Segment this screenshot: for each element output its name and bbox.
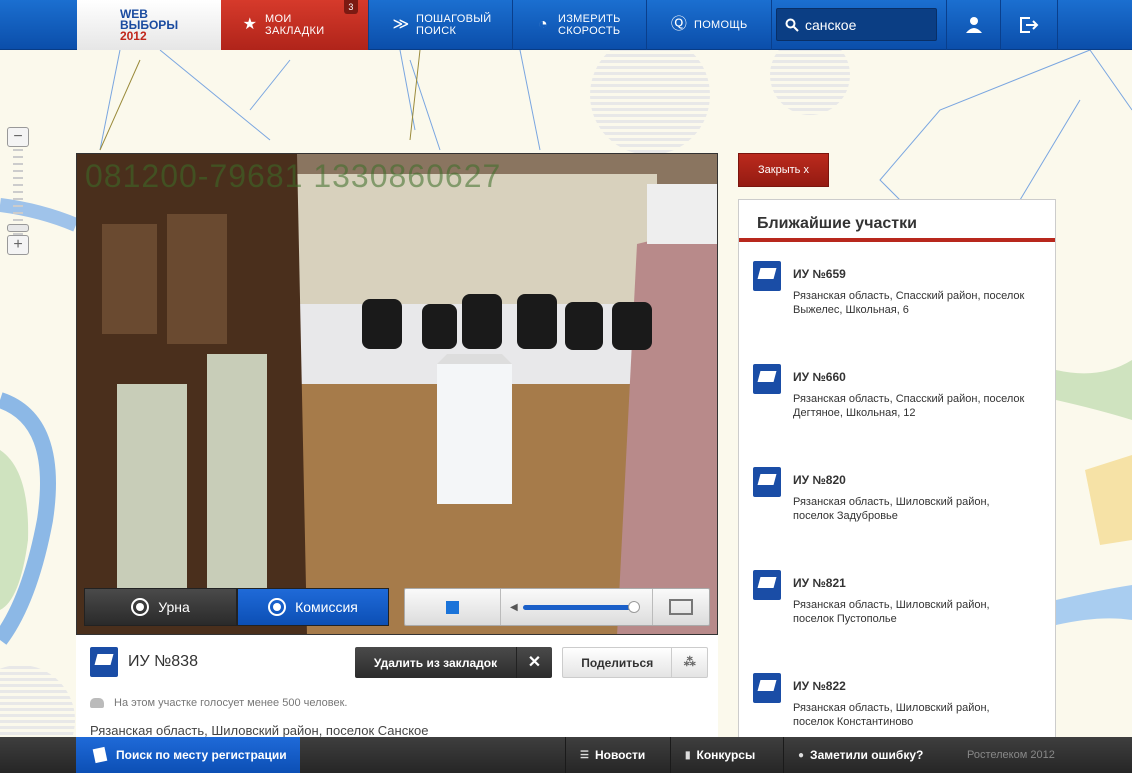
document-icon — [92, 746, 108, 764]
camera-video-stream[interactable]: 081200-79681 1330860627 — [76, 153, 718, 635]
bookmarks-label-1: МОИ — [265, 13, 292, 25]
volume-knob[interactable] — [628, 601, 640, 613]
contests-link[interactable]: ▮ Конкурсы — [670, 737, 783, 773]
step-search-button[interactable]: ≫ ПОШАГОВЫЙ ПОИСК — [370, 0, 513, 50]
bottom-bar: Поиск по месту регистрации ☰ Новости ▮ К… — [0, 737, 1132, 773]
voters-note-text: На этом участке голосует менее 500 челов… — [114, 697, 348, 709]
polling-station-title: ИУ №838 — [128, 653, 198, 670]
remove-bookmark-label: Удалить из закладок — [373, 655, 498, 670]
news-icon: ☰ — [580, 749, 589, 761]
logo-text-year: 2012 — [119, 28, 147, 43]
logout-icon — [1020, 17, 1039, 33]
nearby-stations-title: Ближайшие участки — [739, 200, 1055, 242]
news-label: Новости — [594, 748, 646, 762]
speed-label-2: СКОРОСТЬ — [558, 25, 621, 37]
polling-station-info: ИУ №838 Удалить из закладок ✕ Поделиться… — [76, 635, 718, 738]
station-name[interactable]: ИУ №820 — [793, 473, 846, 487]
station-name[interactable]: ИУ №821 — [793, 576, 846, 590]
remove-bookmark-button[interactable]: Удалить из закладок ✕ — [355, 647, 552, 678]
station-name[interactable]: ИУ №822 — [793, 679, 846, 693]
camera-tab-commission-label: Комиссия — [295, 599, 358, 615]
close-icon: ✕ — [516, 647, 552, 678]
zoom-slider-thumb[interactable] — [7, 224, 29, 232]
logout-button[interactable] — [1001, 0, 1058, 50]
share-icon: ⁂ — [671, 648, 707, 677]
webvybory-logo[interactable]: WEB ВЫБОРЫ 2012 — [77, 0, 221, 50]
camera-tab-urn-label: Урна — [158, 599, 190, 615]
station-address: Рязанская область, Шиловский район, посе… — [793, 496, 990, 522]
search-icon — [785, 18, 799, 32]
people-icon — [90, 698, 104, 708]
step-search-label-1: ПОШАГОВЫЙ — [416, 13, 492, 25]
steps-arrow-icon: ≫ — [392, 16, 410, 33]
help-label: ПОМОЩЬ — [694, 19, 748, 31]
polling-station-address: Рязанская область, Шиловский район, посе… — [90, 723, 429, 738]
camera-tab-urn[interactable]: Урна — [84, 588, 237, 626]
share-button[interactable]: Поделиться ⁂ — [562, 647, 708, 678]
nearby-stations-panel: Ближайшие участки ИУ №659 Рязанская обла… — [738, 199, 1056, 744]
registration-search-label: Поиск по месту регистрации — [116, 748, 287, 762]
measure-speed-button[interactable]: ◔ ИЗМЕРИТЬ СКОРОСТЬ — [514, 0, 647, 50]
zoom-in-button[interactable]: + — [7, 235, 29, 255]
fullscreen-icon — [669, 599, 693, 615]
star-icon: ★ — [242, 16, 258, 33]
bar-chart-icon: ▮ — [685, 749, 691, 761]
report-error-link[interactable]: ● Заметили ошибку? — [783, 737, 939, 773]
camera-tab-commission[interactable]: Комиссия — [237, 588, 389, 626]
station-address: Рязанская область, Шиловский район, посе… — [793, 702, 990, 728]
ballot-box-icon — [753, 467, 781, 497]
volume-slider[interactable]: ◀ — [501, 589, 653, 625]
copyright-text: Ростелеком 2012 — [967, 749, 1055, 761]
ballot-box-icon — [753, 673, 781, 703]
player-controls: ◀ — [404, 588, 710, 626]
my-bookmarks-button[interactable]: ★ МОИ ЗАКЛАДКИ 3 — [221, 0, 369, 50]
news-link[interactable]: ☰ Новости — [565, 737, 670, 773]
webcam-icon — [131, 598, 150, 616]
ballot-box-icon — [753, 261, 781, 291]
map-zoom-control: − + — [7, 127, 29, 257]
station-address: Рязанская область, Спасский район, посел… — [793, 393, 1025, 419]
fullscreen-button[interactable] — [653, 589, 709, 625]
close-button[interactable]: Закрыть x — [738, 153, 829, 187]
registration-search-button[interactable]: Поиск по месту регистрации — [76, 737, 300, 773]
question-icon: ⓠ — [670, 16, 688, 33]
speedometer-icon: ◔ — [538, 16, 548, 33]
station-address: Рязанская область, Шиловский район, посе… — [793, 599, 990, 625]
ballot-box-icon — [90, 647, 118, 677]
station-name[interactable]: ИУ №660 — [793, 370, 846, 384]
camera-timestamp-overlay: 081200-79681 1330860627 — [85, 158, 502, 194]
stop-icon — [446, 600, 459, 614]
speed-label-1: ИЗМЕРИТЬ — [558, 13, 621, 25]
zoom-out-button[interactable]: − — [7, 127, 29, 147]
step-search-label-2: ПОИСК — [416, 25, 457, 37]
bookmarks-label-2: ЗАКЛАДКИ — [265, 25, 325, 37]
ballot-box-icon — [753, 570, 781, 600]
search-input[interactable] — [805, 16, 925, 33]
share-label: Поделиться — [581, 655, 654, 670]
contests-label: Конкурсы — [696, 748, 756, 762]
webcam-icon — [268, 598, 287, 616]
user-profile-button[interactable] — [946, 0, 1001, 50]
stop-button[interactable] — [405, 589, 501, 625]
station-address: Рязанская область, Спасский район, посел… — [793, 290, 1025, 316]
speaker-icon: ◀ — [510, 602, 518, 613]
speech-bubble-icon: ● — [798, 749, 805, 761]
bookmarks-count-badge: 3 — [344, 0, 358, 14]
user-icon — [965, 17, 982, 33]
help-button[interactable]: ⓠ ПОМОЩЬ — [648, 0, 772, 50]
voters-note: На этом участке голосует менее 500 челов… — [90, 697, 347, 709]
camera-frame-image — [77, 154, 717, 634]
station-name[interactable]: ИУ №659 — [793, 267, 846, 281]
report-error-label: Заметили ошибку? — [810, 748, 924, 762]
ballot-box-icon — [753, 364, 781, 394]
search-box[interactable] — [776, 8, 937, 41]
top-navigation-bar: WEB ВЫБОРЫ 2012 ★ МОИ ЗАКЛАДКИ 3 ≫ ПОШАГ… — [0, 0, 1132, 50]
volume-track — [523, 605, 635, 610]
